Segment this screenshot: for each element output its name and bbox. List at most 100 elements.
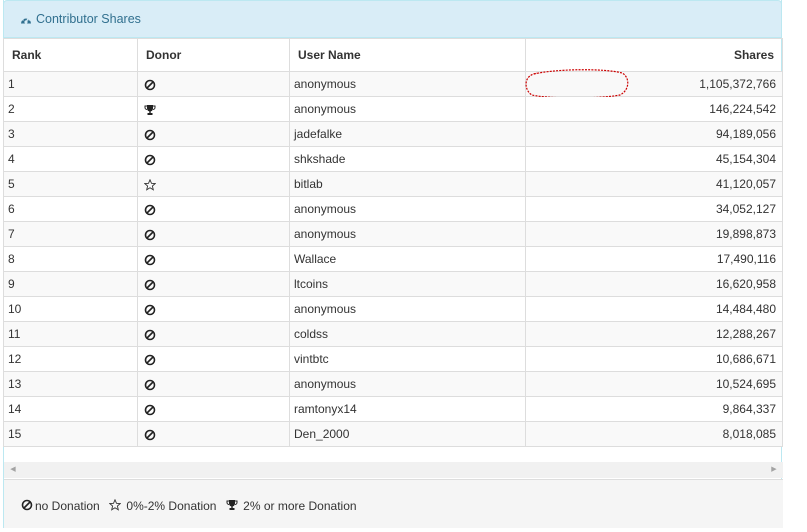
- star-outline-icon: [144, 178, 156, 191]
- column-header-donor[interactable]: Donor: [137, 38, 290, 72]
- table-row: 6 anonymous 34,052,127: [3, 196, 783, 222]
- contributor-shares-panel: Contributor Shares Rank Donor User Name …: [3, 0, 783, 528]
- dashboard-icon: [21, 16, 31, 24]
- donor-cell: [137, 271, 290, 297]
- rank-cell: 14: [3, 396, 138, 422]
- rank-cell: 10: [3, 296, 138, 322]
- ban-icon: [144, 129, 156, 141]
- user-name-cell[interactable]: coldss: [289, 321, 526, 347]
- donor-cell: [137, 71, 290, 97]
- rank-cell: 13: [3, 371, 138, 397]
- table-row: 5 bitlab 41,120,057: [3, 171, 783, 197]
- shares-cell: 146,224,542: [525, 96, 783, 122]
- table-row: 9 ltcoins 16,620,958: [3, 271, 783, 297]
- table-row: 15 Den_2000 8,018,085: [3, 421, 783, 447]
- donor-cell: [137, 196, 290, 222]
- donor-cell: [137, 146, 290, 172]
- donor-cell: [137, 221, 290, 247]
- donor-cell: [137, 396, 290, 422]
- table-row: 8 Wallace 17,490,116: [3, 246, 783, 272]
- ban-icon: [21, 499, 33, 511]
- column-header-user-name[interactable]: User Name: [289, 38, 526, 72]
- trophy-icon: [226, 500, 238, 510]
- shares-cell: 14,484,480: [525, 296, 783, 322]
- table-row: 2 anonymous 146,224,542: [3, 96, 783, 122]
- donor-cell: [137, 421, 290, 447]
- table-row: 11 coldss 12,288,267: [3, 321, 783, 347]
- user-name-cell[interactable]: anonymous: [289, 71, 526, 97]
- user-name-cell[interactable]: anonymous: [289, 296, 526, 322]
- contributor-table: Rank Donor User Name Shares 1 anonymous 1,…: [3, 38, 783, 447]
- user-name-cell[interactable]: shkshade: [289, 146, 526, 172]
- highlight-circle-annotation: [525, 69, 629, 99]
- shares-cell: 17,490,116: [525, 246, 783, 272]
- user-name-cell[interactable]: anonymous: [289, 371, 526, 397]
- user-name-cell[interactable]: ltcoins: [289, 271, 526, 297]
- user-name-cell[interactable]: bitlab: [289, 171, 526, 197]
- donor-cell: [137, 346, 290, 372]
- ban-icon: [144, 154, 156, 166]
- legend-large-donation: 2% or more Donation: [226, 499, 357, 513]
- shares-cell: 8,018,085: [525, 421, 783, 447]
- shares-cell: 41,120,057: [525, 171, 783, 197]
- column-header-rank[interactable]: Rank: [3, 38, 138, 72]
- horizontal-scrollbar[interactable]: ◀ ▶: [4, 462, 783, 478]
- shares-cell: 1,105,372,766: [525, 69, 783, 99]
- shares-cell: 10,686,671: [525, 346, 783, 372]
- donor-cell: [137, 121, 290, 147]
- shares-cell: 45,154,304: [525, 146, 783, 172]
- table-row: 7 anonymous 19,898,873: [3, 221, 783, 247]
- table-row: 4 shkshade 45,154,304: [3, 146, 783, 172]
- user-name-cell[interactable]: anonymous: [289, 221, 526, 247]
- rank-cell: 12: [3, 346, 138, 372]
- ban-icon: [144, 304, 156, 316]
- ban-icon: [144, 379, 156, 391]
- rank-cell: 3: [3, 121, 138, 147]
- donor-cell: [137, 296, 290, 322]
- user-name-cell[interactable]: anonymous: [289, 96, 526, 122]
- ban-icon: [144, 429, 156, 441]
- column-header-shares[interactable]: Shares: [525, 38, 783, 72]
- rank-cell: 1: [3, 71, 138, 97]
- scroll-right-arrow-icon[interactable]: ▶: [767, 462, 781, 478]
- ban-icon: [144, 404, 156, 416]
- rank-cell: 2: [3, 96, 138, 122]
- user-name-cell[interactable]: Den_2000: [289, 421, 526, 447]
- trophy-icon: [144, 104, 156, 115]
- ban-icon: [144, 204, 156, 216]
- rank-cell: 5: [3, 171, 138, 197]
- user-name-cell[interactable]: ramtonyx14: [289, 396, 526, 422]
- shares-cell: 10,524,695: [525, 371, 783, 397]
- shares-cell: 19,898,873: [525, 221, 783, 247]
- rank-cell: 9: [3, 271, 138, 297]
- scroll-left-arrow-icon[interactable]: ◀: [6, 462, 20, 478]
- ban-icon: [144, 329, 156, 341]
- rank-cell: 11: [3, 321, 138, 347]
- shares-cell: 12,288,267: [525, 321, 783, 347]
- rank-cell: 4: [3, 146, 138, 172]
- user-name-cell[interactable]: vintbtc: [289, 346, 526, 372]
- donor-cell: [137, 321, 290, 347]
- ban-icon: [144, 279, 156, 291]
- ban-icon: [144, 79, 156, 91]
- table-row: 12 vintbtc 10,686,671: [3, 346, 783, 372]
- legend-small-donation: 0%-2% Donation: [109, 499, 216, 513]
- user-name-cell[interactable]: jadefalke: [289, 121, 526, 147]
- panel-title: Contributor Shares: [36, 12, 141, 26]
- rank-cell: 6: [3, 196, 138, 222]
- user-name-cell[interactable]: Wallace: [289, 246, 526, 272]
- donation-legend: no Donation 0%-2% Donation 2% or more Do…: [4, 479, 783, 528]
- table-row: 10 anonymous 14,484,480: [3, 296, 783, 322]
- donor-cell: [137, 96, 290, 122]
- donor-cell: [137, 171, 290, 197]
- ban-icon: [144, 229, 156, 241]
- donor-cell: [137, 371, 290, 397]
- shares-cell: 9,864,337: [525, 396, 783, 422]
- shares-cell: 94,189,056: [525, 121, 783, 147]
- panel-heading: Contributor Shares: [3, 0, 782, 38]
- rank-cell: 7: [3, 221, 138, 247]
- donor-cell: [137, 246, 290, 272]
- user-name-cell[interactable]: anonymous: [289, 196, 526, 222]
- table-row: 14 ramtonyx14 9,864,337: [3, 396, 783, 422]
- table-row: 1 anonymous 1,105,372,766: [3, 69, 783, 99]
